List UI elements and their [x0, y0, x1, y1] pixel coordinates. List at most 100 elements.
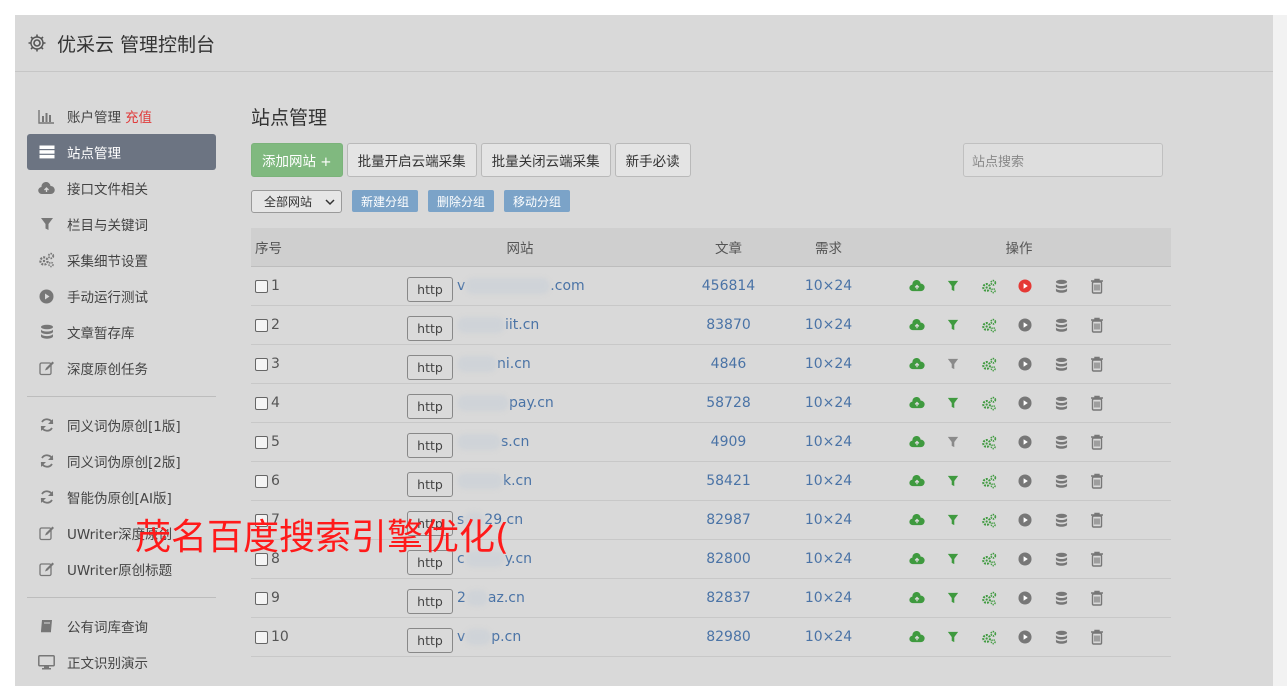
batch-enable-cloud-button[interactable]: 批量开启云端采集 — [346, 143, 477, 177]
site-domain-link[interactable]: v p.cn — [457, 629, 521, 645]
demand-link[interactable]: 10×24 — [768, 629, 889, 645]
play-circle-icon[interactable] — [1007, 510, 1043, 530]
gears-icon[interactable] — [971, 510, 1007, 530]
database-icon[interactable] — [1043, 276, 1079, 296]
cloud-upload-icon[interactable] — [899, 588, 935, 608]
row-checkbox[interactable] — [255, 318, 268, 332]
sidebar-item[interactable]: 同义词伪原创[2版] — [27, 443, 216, 479]
recharge-link[interactable]: 充值 — [125, 106, 152, 126]
cloud-upload-icon[interactable] — [899, 315, 935, 335]
trash-icon[interactable] — [1079, 432, 1115, 452]
demand-link[interactable]: 10×24 — [768, 278, 889, 294]
cloud-upload-icon[interactable] — [899, 471, 935, 491]
database-icon[interactable] — [1043, 354, 1079, 374]
filter-icon[interactable] — [935, 510, 971, 530]
filter-icon[interactable] — [935, 393, 971, 413]
gears-icon[interactable] — [971, 276, 1007, 296]
row-checkbox[interactable] — [255, 435, 268, 449]
http-button[interactable]: http — [407, 354, 453, 380]
sidebar-item[interactable]: 采集细节设置 — [27, 242, 216, 278]
gears-icon[interactable] — [971, 432, 1007, 452]
site-search-input[interactable]: 站点搜索 — [963, 143, 1163, 177]
cloud-upload-icon[interactable] — [899, 432, 935, 452]
database-icon[interactable] — [1043, 627, 1079, 647]
article-count-link[interactable]: 82837 — [689, 590, 768, 606]
gears-icon[interactable] — [971, 471, 1007, 491]
cloud-upload-icon[interactable] — [899, 354, 935, 374]
filter-icon[interactable] — [935, 627, 971, 647]
filter-icon[interactable] — [935, 549, 971, 569]
demand-link[interactable]: 10×24 — [768, 551, 889, 567]
trash-icon[interactable] — [1079, 510, 1115, 530]
site-domain-link[interactable]: pay.cn — [457, 395, 554, 411]
play-circle-icon[interactable] — [1007, 471, 1043, 491]
cloud-upload-icon[interactable] — [899, 393, 935, 413]
site-domain-link[interactable]: s.cn — [457, 434, 529, 450]
sidebar-item[interactable]: 栏目与关键词 — [27, 206, 216, 242]
filter-icon[interactable] — [935, 471, 971, 491]
database-icon[interactable] — [1043, 510, 1079, 530]
trash-icon[interactable] — [1079, 471, 1115, 491]
trash-icon[interactable] — [1079, 276, 1115, 296]
demand-link[interactable]: 10×24 — [768, 473, 889, 489]
http-button[interactable]: http — [407, 471, 453, 497]
article-count-link[interactable]: 83870 — [689, 317, 768, 333]
site-domain-link[interactable]: v .com — [457, 278, 585, 294]
cloud-upload-icon[interactable] — [899, 549, 935, 569]
article-count-link[interactable]: 4846 — [689, 356, 768, 372]
new-group-button[interactable]: 新建分组 — [352, 190, 419, 212]
trash-icon[interactable] — [1079, 588, 1115, 608]
filter-icon[interactable] — [935, 354, 971, 374]
demand-link[interactable]: 10×24 — [768, 512, 889, 528]
gears-icon[interactable] — [971, 315, 1007, 335]
scrollbar-track[interactable] — [1273, 15, 1287, 686]
article-count-link[interactable]: 4909 — [689, 434, 768, 450]
sidebar-item[interactable]: 手动运行测试 — [27, 278, 216, 314]
trash-icon[interactable] — [1079, 627, 1115, 647]
batch-disable-cloud-button[interactable]: 批量关闭云端采集 — [480, 143, 611, 177]
database-icon[interactable] — [1043, 549, 1079, 569]
play-circle-icon[interactable] — [1007, 627, 1043, 647]
play-circle-icon[interactable] — [1007, 549, 1043, 569]
demand-link[interactable]: 10×24 — [768, 434, 889, 450]
move-group-button[interactable]: 移动分组 — [504, 190, 571, 212]
database-icon[interactable] — [1043, 588, 1079, 608]
play-circle-icon[interactable] — [1007, 276, 1043, 296]
sidebar-item[interactable]: 正文识别演示 — [27, 644, 216, 680]
filter-icon[interactable] — [935, 588, 971, 608]
site-domain-link[interactable]: 2 az.cn — [457, 590, 525, 606]
database-icon[interactable] — [1043, 432, 1079, 452]
gears-icon[interactable] — [971, 354, 1007, 374]
article-count-link[interactable]: 456814 — [689, 278, 768, 294]
beginner-guide-button[interactable]: 新手必读 — [614, 143, 691, 177]
row-checkbox[interactable] — [255, 396, 268, 410]
trash-icon[interactable] — [1079, 393, 1115, 413]
http-button[interactable]: http — [407, 588, 453, 614]
play-circle-icon[interactable] — [1007, 393, 1043, 413]
trash-icon[interactable] — [1079, 354, 1115, 374]
filter-icon[interactable] — [935, 276, 971, 296]
sidebar-item[interactable]: 同义词伪原创[1版] — [27, 407, 216, 443]
add-site-button[interactable]: 添加网站 + — [251, 143, 343, 177]
play-circle-icon[interactable] — [1007, 588, 1043, 608]
row-checkbox[interactable] — [255, 474, 268, 488]
delete-group-button[interactable]: 删除分组 — [428, 190, 495, 212]
group-select[interactable]: 全部网站 — [251, 189, 342, 213]
sidebar-item[interactable]: 账户管理 充值 — [27, 98, 216, 134]
play-circle-icon[interactable] — [1007, 432, 1043, 452]
demand-link[interactable]: 10×24 — [768, 590, 889, 606]
sidebar-item[interactable]: 公有词库查询 — [27, 608, 216, 644]
article-count-link[interactable]: 82980 — [689, 629, 768, 645]
sidebar-item[interactable]: 深度原创任务 — [27, 350, 216, 386]
filter-icon[interactable] — [935, 432, 971, 452]
gears-icon[interactable] — [971, 627, 1007, 647]
play-circle-icon[interactable] — [1007, 315, 1043, 335]
row-checkbox[interactable] — [255, 357, 268, 371]
trash-icon[interactable] — [1079, 315, 1115, 335]
site-domain-link[interactable]: iit.cn — [457, 317, 539, 333]
row-checkbox[interactable] — [255, 630, 268, 644]
database-icon[interactable] — [1043, 471, 1079, 491]
sidebar-item[interactable]: 文章暂存库 — [27, 314, 216, 350]
trash-icon[interactable] — [1079, 549, 1115, 569]
play-circle-icon[interactable] — [1007, 354, 1043, 374]
